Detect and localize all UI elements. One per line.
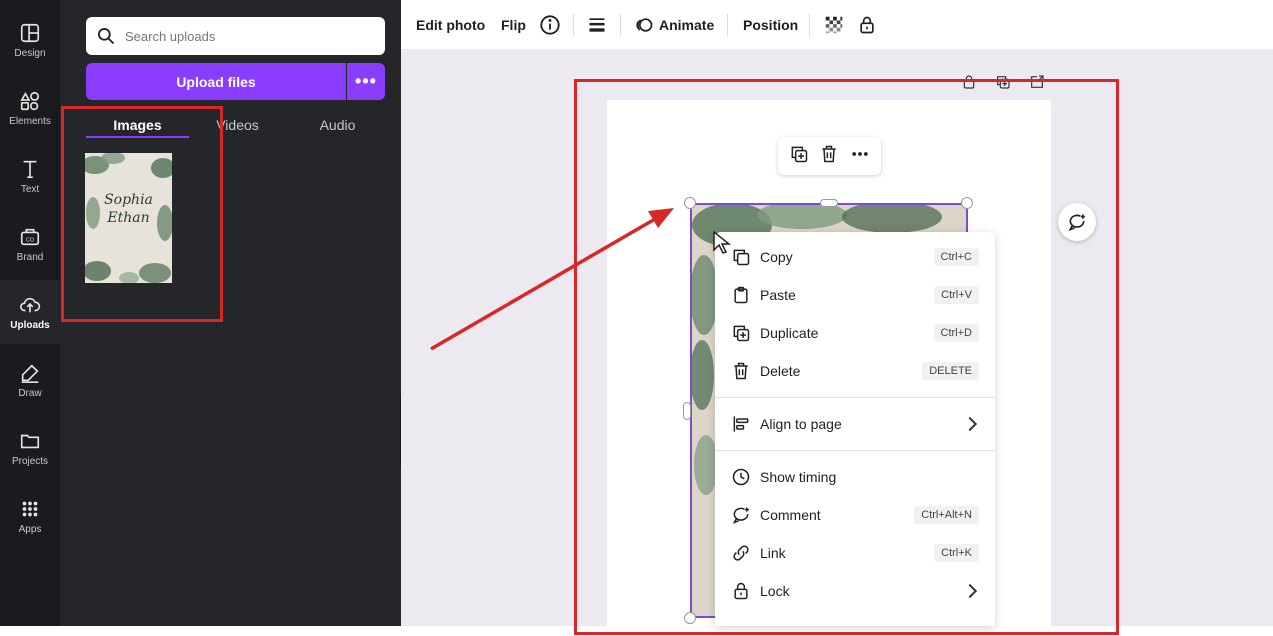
- annotation-arrow: [430, 208, 674, 351]
